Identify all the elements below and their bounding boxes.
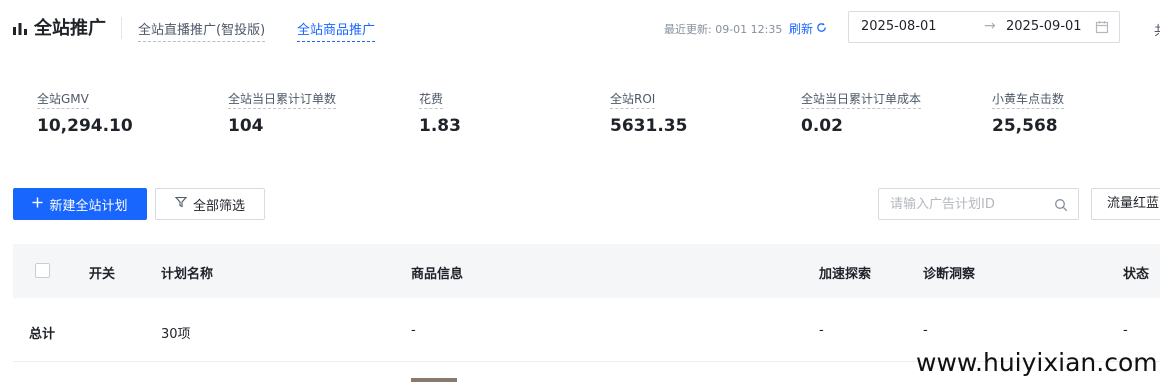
- plan-count: 30项: [161, 327, 191, 342]
- metric-order-cost: 全站当日累计订单成本 0.02: [801, 88, 922, 136]
- date-end[interactable]: 2025-09-01: [1006, 19, 1082, 34]
- metric-order-count: 全站当日累计订单数 104: [228, 88, 337, 136]
- metric-value: 5631.35: [610, 116, 688, 136]
- status-cell: -: [1123, 323, 1128, 338]
- metric-value: 25,568: [992, 116, 1058, 136]
- column-header: 状态: [1123, 267, 1150, 282]
- filter-label: 全部筛选: [192, 198, 245, 214]
- search-input[interactable]: [879, 189, 1039, 219]
- search-box: [878, 188, 1079, 220]
- page-title: 全站推广: [34, 18, 106, 39]
- metric-label[interactable]: 全站GMV: [37, 90, 89, 109]
- create-plan-button[interactable]: 新建全站计划: [13, 188, 147, 220]
- column-header: 加速探索: [819, 267, 872, 282]
- refresh-icon: [816, 22, 827, 36]
- product-info-cell: -: [411, 323, 416, 338]
- summary-label: 总计: [29, 327, 56, 342]
- tab-product-promotion[interactable]: 全站商品推广: [297, 19, 376, 42]
- metric-label[interactable]: 全站ROI: [610, 90, 656, 109]
- calendar-icon: [1095, 20, 1109, 38]
- filter-icon: [174, 196, 188, 212]
- refresh-label: 刷新: [789, 22, 814, 36]
- diagnosis-cell: -: [923, 323, 928, 338]
- metric-value: 0.02: [801, 116, 843, 136]
- search-icon[interactable]: [1054, 197, 1068, 216]
- date-arrow-icon: →: [984, 18, 996, 34]
- accelerate-cell: -: [819, 323, 824, 338]
- metric-label[interactable]: 全站当日累计订单数: [228, 90, 337, 109]
- metric-label[interactable]: 小黄车点击数: [992, 90, 1065, 109]
- metric-label[interactable]: 全站当日累计订单成本: [801, 90, 922, 109]
- watermark: www.huiyixian.com: [916, 348, 1158, 377]
- metric-roi: 全站ROI 5631.35: [610, 88, 687, 136]
- metric-cart-clicks: 小黄车点击数 25,568: [992, 88, 1065, 136]
- metric-value: 10,294.10: [37, 116, 133, 136]
- select-all-checkbox[interactable]: [35, 263, 50, 278]
- metric-gmv: 全站GMV 10,294.10: [37, 88, 133, 136]
- create-plan-label: 新建全站计划: [49, 198, 128, 214]
- header-divider: [121, 17, 122, 39]
- column-header: 商品信息: [411, 267, 464, 282]
- date-start[interactable]: 2025-08-01: [861, 19, 937, 34]
- metric-label[interactable]: 花费: [419, 90, 444, 109]
- traffic-button[interactable]: 流量红蓝: [1091, 188, 1160, 220]
- metric-value: 1.83: [419, 116, 461, 136]
- plus-icon: [32, 197, 43, 212]
- column-header: 诊断洞察: [923, 267, 976, 282]
- tab-live-promotion[interactable]: 全站直播推广(智投版): [138, 19, 266, 42]
- top-bar: 全站推广 全站直播推广(智投版) 全站商品推广 最近更新: 09-01 12:3…: [0, 0, 1160, 56]
- table-header: 开关 计划名称 商品信息 加速探索 诊断洞察 状态: [13, 244, 1160, 298]
- metric-value: 104: [228, 116, 264, 136]
- last-update-text: 最近更新: 09-01 12:35: [664, 23, 783, 36]
- refresh-button[interactable]: 刷新: [789, 20, 827, 37]
- product-thumbnail: [411, 378, 457, 382]
- filter-button[interactable]: 全部筛选: [155, 188, 265, 220]
- truncated-text: 共: [1154, 20, 1160, 39]
- bar-chart-icon: [12, 20, 28, 35]
- column-header: 开关: [89, 267, 116, 282]
- metric-cost: 花费 1.83: [419, 88, 461, 136]
- brand: 全站推广: [12, 14, 106, 40]
- column-header: 计划名称: [161, 267, 214, 282]
- date-range-picker[interactable]: 2025-08-01 → 2025-09-01: [848, 11, 1120, 43]
